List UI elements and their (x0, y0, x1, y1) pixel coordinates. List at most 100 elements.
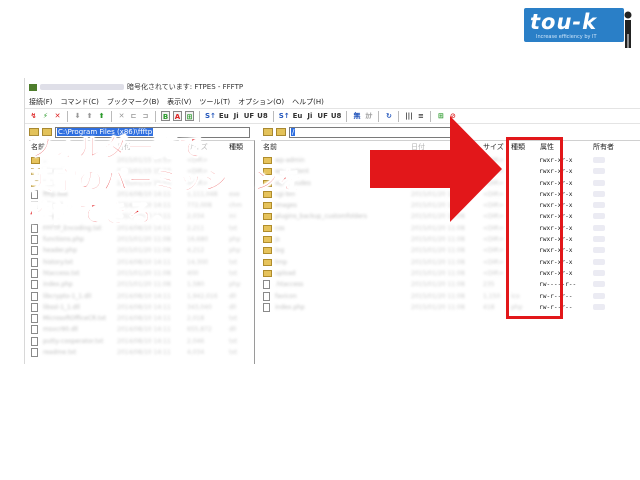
local-file-name: header.php (43, 247, 77, 255)
local-file-row[interactable]: header.php 2015/01/20 11:08 4,212 php (29, 245, 254, 256)
local-file-name: MicrosoftOfficeCR.txt (43, 315, 107, 323)
local-file-date: 2014/08/10 14:11 (117, 292, 171, 300)
remote-file-size: <DIR> (483, 269, 504, 277)
local-file-row[interactable]: libcrypto-1_1.dll 2014/08/10 14:11 1,942,0… (29, 291, 254, 302)
local-file-row[interactable]: history.txt 2014/08/10 14:11 14,300 txt (29, 257, 254, 268)
utf8n-remote-icon[interactable]: U8 (331, 111, 342, 121)
remote-file-row[interactable]: css 2015/01/20 11:08 <DIR> rwxr-xr-x (261, 223, 640, 234)
remote-col-owner[interactable]: 所有者 (593, 141, 614, 153)
local-file-date: 2015/01/20 11:08 (117, 247, 171, 255)
remote-file-owner-redacted (593, 247, 605, 254)
toolbar-separator (272, 110, 274, 122)
local-file-date: 2015/01/20 11:08 (117, 281, 171, 289)
remote-file-row[interactable]: tmp 2015/01/20 11:08 <DIR> rwxr-xr-x (261, 257, 640, 268)
utf8n-local-icon[interactable]: U8 (257, 111, 268, 121)
connect-icon[interactable]: ↯ (29, 111, 38, 121)
ascii-mode-icon[interactable]: A (173, 111, 182, 121)
local-file-name: libssl-1_1.dll (43, 303, 80, 311)
file-icon (31, 348, 38, 358)
local-file-name: index.php (43, 281, 73, 289)
auto-mode-icon[interactable]: ⊞ (185, 111, 194, 121)
host-name-redacted (40, 84, 124, 90)
binary-mode-icon[interactable]: B (161, 111, 170, 121)
local-file-size: 2,046 (187, 337, 205, 345)
annotation-caption: フォルダ一覧で 英字のパーミッションを 確認できる。 (27, 133, 304, 229)
file-icon (263, 291, 270, 301)
menu-item[interactable]: ヘルプ(H) (292, 97, 324, 108)
no-convert-icon[interactable]: 無 (352, 111, 361, 121)
remote-file-row[interactable]: upload 2015/01/20 11:08 <DIR> rwxr-xr-x (261, 268, 640, 279)
remote-file-date: 2015/01/20 11:08 (411, 258, 465, 266)
local-file-row[interactable]: libssl-1_1.dll 2014/08/10 14:11 343,040 dll (29, 302, 254, 313)
local-file-date: 2015/01/20 11:08 (117, 269, 171, 277)
screenshot-stage: tou-k Increase efficiency by IT 暗号化されていま… (0, 0, 640, 480)
remote-file-date: 2015/01/20 11:08 (411, 269, 465, 277)
mkdir-icon[interactable]: ⊐ (141, 111, 150, 121)
remote-file-owner-redacted (593, 269, 605, 276)
remote-file-row[interactable]: log 2015/01/20 11:08 <DIR> rwxr-xr-x (261, 245, 640, 256)
local-file-row[interactable]: readme.txt 2014/08/10 14:11 4,034 txt (29, 347, 254, 358)
local-file-row[interactable]: index.php 2015/01/20 11:08 1,580 php (29, 279, 254, 290)
remote-file-name: favicon (275, 292, 297, 300)
upload-icon[interactable]: ⬆ (85, 111, 94, 121)
local-file-row[interactable]: htaccess.txt 2015/01/20 11:08 400 txt (29, 268, 254, 279)
local-file-date: 2014/08/10 14:11 (117, 258, 171, 266)
utf8-local-icon[interactable]: UF (244, 111, 254, 121)
toolbar-separator (155, 110, 156, 122)
download-icon[interactable]: ⬇ (73, 111, 82, 121)
remote-file-row[interactable]: index.php 2015/01/20 11:08 418 php rw-r--r-- (261, 302, 640, 313)
menu-item[interactable]: オプション(O) (238, 97, 284, 108)
local-file-name: readme.txt (43, 349, 77, 357)
menu-item[interactable]: ツール(T) (199, 97, 230, 108)
remote-file-owner-redacted (593, 258, 605, 265)
menu-item[interactable]: 接続(F) (29, 97, 53, 108)
remote-file-size: <DIR> (483, 247, 504, 255)
local-file-size: 4,034 (187, 349, 205, 357)
window-titlebar: 暗号化されています: FTPES - FFFTP (25, 78, 640, 94)
remote-file-name: js (275, 236, 280, 244)
menu-item[interactable]: ブックマーク(B) (107, 97, 159, 108)
remote-file-name: .htaccess (275, 281, 304, 289)
menu-item[interactable]: 表示(V) (167, 97, 191, 108)
remote-file-owner-redacted (593, 190, 605, 197)
file-icon (31, 235, 38, 245)
person-icon (624, 11, 632, 48)
jis-remote-icon[interactable]: Ji (305, 111, 314, 121)
file-icon (31, 246, 38, 256)
remote-file-date: 2015/01/20 11:08 (411, 292, 465, 300)
file-icon (31, 257, 38, 267)
local-file-name: history.txt (43, 258, 73, 266)
folder-icon (263, 258, 272, 266)
local-file-row[interactable]: putty-cooperator.txt 2014/08/10 14:11 2,04… (29, 336, 254, 347)
disconnect-icon[interactable]: ✕ (53, 111, 62, 121)
sjis-remote-icon[interactable]: S↑ (279, 111, 290, 121)
delete-icon[interactable]: ✕ (117, 111, 126, 121)
jis-local-icon[interactable]: Ji (232, 111, 241, 121)
logo-tagline: Increase efficiency by IT (536, 34, 597, 40)
app-icon (29, 83, 37, 91)
local-file-type: txt (229, 349, 238, 357)
local-file-date: 2014/08/10 14:11 (117, 349, 171, 357)
euc-local-icon[interactable]: Eu (219, 111, 229, 121)
menu-item[interactable]: コマンド(C) (61, 97, 99, 108)
remote-file-owner-redacted (593, 303, 605, 310)
window-title: 暗号化されています: FTPES - FFFTP (127, 83, 244, 91)
local-file-row[interactable]: functions.php 2015/01/20 11:08 16,680 php (29, 234, 254, 245)
remote-file-row[interactable]: favicon 2015/01/20 11:08 1,150 ico rw-r--r-- (261, 291, 640, 302)
euc-remote-icon[interactable]: Eu (293, 111, 303, 121)
remote-file-date: 2015/01/20 11:08 (411, 236, 465, 244)
local-file-row[interactable]: MicrosoftOfficeCR.txt 2014/08/10 14:11 2,0… (29, 313, 254, 324)
remote-file-size: <DIR> (483, 224, 504, 232)
local-file-date: 2014/08/10 14:11 (117, 337, 171, 345)
sjis-local-icon[interactable]: S↑ (205, 111, 216, 121)
quick-connect-icon[interactable]: ⚡ (41, 111, 50, 121)
rename-icon[interactable]: ⊏ (129, 111, 138, 121)
utf8-remote-icon[interactable]: UF (317, 111, 327, 121)
local-file-date: 2014/08/10 14:11 (117, 303, 171, 311)
local-file-name: libcrypto-1_1.dll (43, 292, 92, 300)
local-file-row[interactable]: msvcr90.dll 2014/08/10 14:11 655,872 dll (29, 324, 254, 335)
remote-file-row[interactable]: .htaccess 2015/01/20 11:08 235 rw-----r-- (261, 279, 640, 290)
up-dir-icon[interactable]: ⬆ (97, 111, 106, 121)
file-icon (263, 280, 270, 290)
remote-file-row[interactable]: js 2015/01/20 11:08 <DIR> rwxr-xr-x (261, 234, 640, 245)
